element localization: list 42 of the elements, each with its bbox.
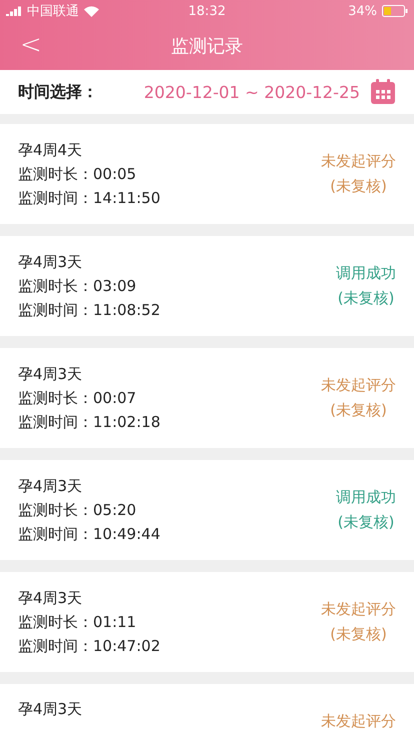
monitor-time: 监测时间：11:02:18 [18,412,160,432]
score-status: 未发起评分 [321,712,396,731]
monitor-duration: 监测时长：03:09 [18,276,138,296]
pregnancy-week: 孕4周3天 [18,476,84,496]
page-title: 监测记录 [171,35,243,58]
score-status: 调用成功 [336,264,396,283]
review-status: (未复核) [330,625,387,644]
record-card[interactable]: 孕4周3天 监测时长：01:11 监测时间：10:47:02 未发起评分 (未复核) [0,572,414,672]
monitor-duration: 监测时长：01:11 [18,612,138,632]
monitor-duration: 监测时长：00:07 [18,388,138,408]
score-status: 未发起评分 [321,600,396,619]
pregnancy-week: 孕4周4天 [18,140,84,160]
pregnancy-week: 孕4周3天 [18,700,82,719]
review-status: (未复核) [338,513,394,532]
wifi-icon [84,6,99,16]
review-status: (未复核) [330,177,387,196]
review-status: (未复核) [330,401,387,420]
record-card[interactable]: 孕4周3天 监测时长：05:20 监测时间：10:49:44 调用成功 (未复核) [0,460,414,560]
record-card[interactable]: 孕4周3天 监测时长：00:07 监测时间：11:02:18 未发起评分 (未复核) [0,348,414,448]
record-card[interactable]: 孕4周4天 监测时长：00:05 监测时间：14:11:50 未发起评分 (未复核) [0,124,414,224]
signal-icon [6,6,22,16]
monitor-time: 监测时间：10:49:44 [18,524,160,544]
monitor-duration: 监测时长：05:20 [18,500,138,520]
pregnancy-week: 孕4周3天 [18,252,84,272]
review-status: (未复核) [338,289,394,308]
score-status: 未发起评分 [321,376,396,395]
record-card[interactable]: 孕4周3天 未发起评分 [0,684,414,736]
score-status: 调用成功 [336,488,396,507]
pregnancy-week: 孕4周3天 [18,364,84,384]
battery-percent: 34% [348,4,377,18]
record-card[interactable]: 孕4周3天 监测时长：03:09 监测时间：11:08:52 调用成功 (未复核) [0,236,414,336]
clock: 18:32 [188,4,226,18]
battery-icon [382,5,408,17]
score-status: 未发起评分 [321,152,396,171]
monitor-time: 监测时间：14:11:50 [18,188,160,208]
pregnancy-week: 孕4周3天 [18,588,84,608]
calendar-icon[interactable] [370,79,396,105]
carrier-name: 中国联通 [27,3,79,20]
monitor-time: 监测时间：10:47:02 [18,636,160,656]
monitor-time: 监测时间：11:08:52 [18,300,160,320]
monitor-duration: 监测时长：00:05 [18,164,138,184]
filter-label: 时间选择： [18,82,98,102]
